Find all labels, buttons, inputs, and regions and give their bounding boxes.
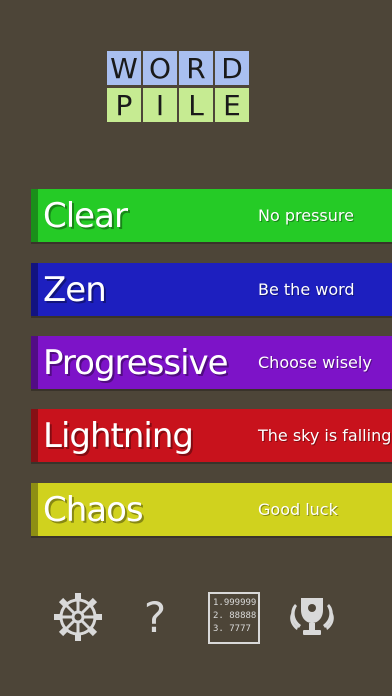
- logo-row-pile: P I L E: [106, 87, 286, 123]
- mode-tagline: Be the word: [258, 280, 355, 299]
- trophy-icon: [290, 598, 334, 635]
- score-line: 3. 7777: [213, 624, 251, 634]
- mode-tagline: The sky is falling: [258, 426, 392, 445]
- high-scores-button[interactable]: 1.999999 2. 88888 3. 7777: [208, 592, 260, 644]
- mode-button-chaos[interactable]: Chaos Good luck: [31, 483, 392, 536]
- achievements-button[interactable]: [285, 590, 339, 644]
- logo-tile: L: [178, 87, 214, 123]
- mode-name: Clear: [43, 195, 128, 236]
- help-icon: ?: [143, 592, 167, 642]
- logo-tile: R: [178, 50, 214, 86]
- score-line: 1.999999: [213, 598, 257, 608]
- mode-tagline: No pressure: [258, 206, 354, 225]
- mode-name: Zen: [43, 269, 107, 310]
- mode-name: Progressive: [43, 342, 229, 383]
- mode-tagline: Choose wisely: [258, 353, 372, 372]
- logo-row-word: W O R D: [106, 50, 286, 86]
- logo-tile: O: [142, 50, 178, 86]
- logo-tile: E: [214, 87, 250, 123]
- logo-tile: W: [106, 50, 142, 86]
- logo-tile: P: [106, 87, 142, 123]
- logo-tile: I: [142, 87, 178, 123]
- scoreboard-icon: 1.999999 2. 88888 3. 7777: [208, 592, 260, 644]
- app-logo: W O R D P I L E: [106, 50, 286, 123]
- logo-tile: D: [214, 50, 250, 86]
- mode-button-clear[interactable]: Clear No pressure: [31, 189, 392, 242]
- score-line: 2. 88888: [213, 611, 257, 621]
- mode-name: Chaos: [43, 489, 144, 530]
- settings-button[interactable]: [51, 590, 105, 644]
- mode-name: Lightning: [43, 415, 194, 456]
- mode-button-zen[interactable]: Zen Be the word: [31, 263, 392, 316]
- gear-icon: [54, 593, 102, 641]
- mode-button-lightning[interactable]: Lightning The sky is falling: [31, 409, 392, 462]
- mode-button-progressive[interactable]: Progressive Choose wisely: [31, 336, 392, 389]
- help-button[interactable]: ?: [128, 590, 182, 644]
- mode-tagline: Good luck: [258, 500, 338, 519]
